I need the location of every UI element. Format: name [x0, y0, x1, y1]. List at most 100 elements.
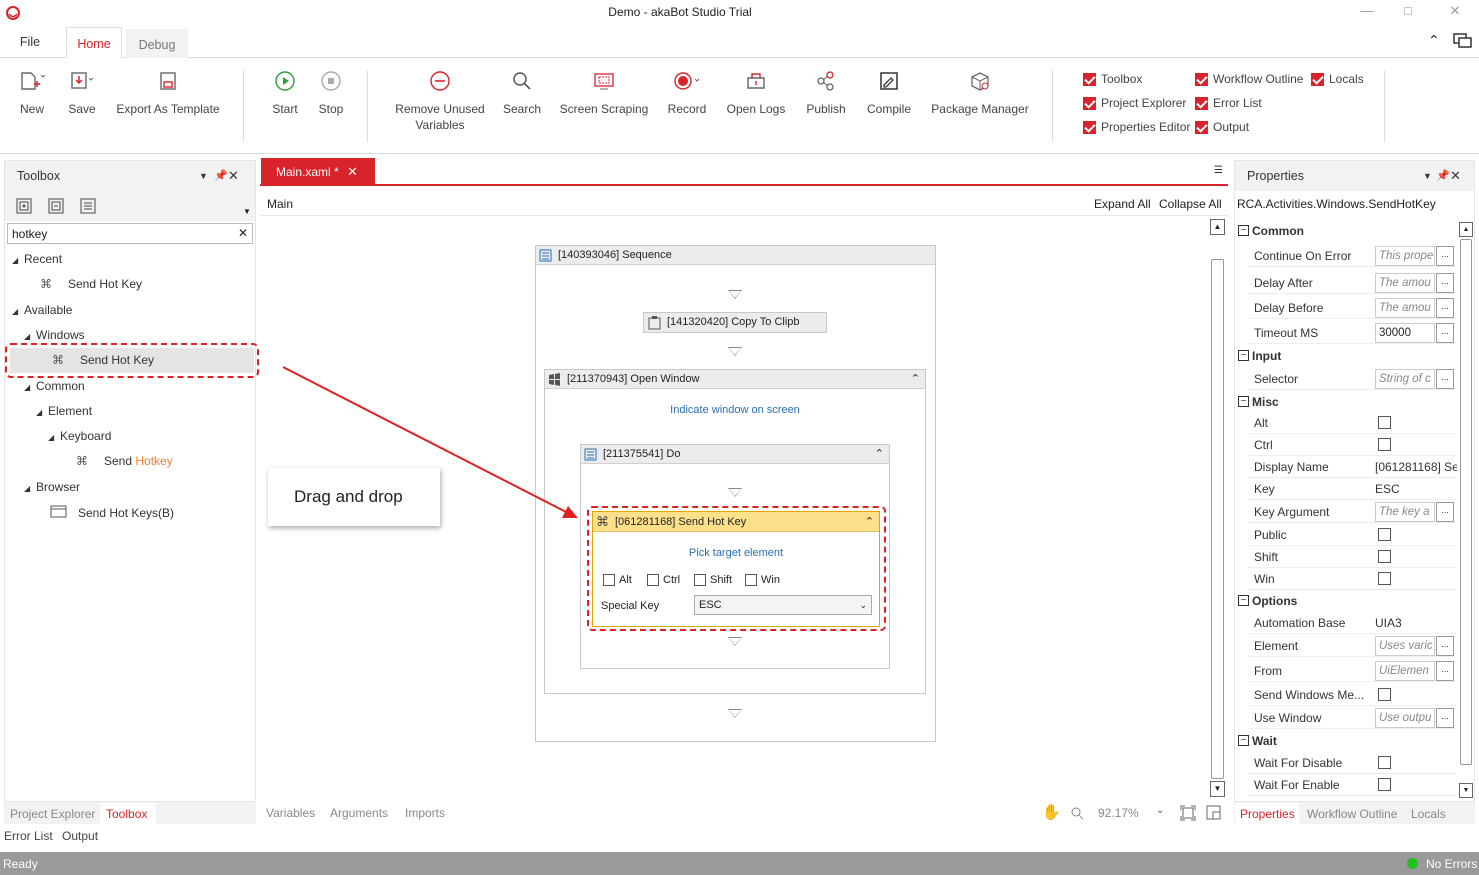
fit-to-screen-icon[interactable]	[1180, 805, 1196, 821]
tab-project-explorer[interactable]: Project Explorer	[10, 807, 95, 821]
compile-button[interactable]: Compile	[862, 66, 916, 117]
win-checkbox[interactable]: Win	[745, 574, 780, 586]
checkbox[interactable]	[603, 574, 615, 586]
checkbox[interactable]	[1378, 778, 1391, 791]
expand-all-icon[interactable]	[16, 198, 33, 214]
checkbox[interactable]	[745, 574, 757, 586]
tree-browser[interactable]: ◢ Browser	[24, 480, 80, 494]
collapse-icon[interactable]: −	[1238, 350, 1249, 361]
checkbox-checked[interactable]	[1083, 72, 1096, 86]
checkbox[interactable]	[1378, 688, 1391, 701]
collapse-ribbon-icon[interactable]: ⌃	[1428, 32, 1440, 49]
collapse-icon[interactable]: −	[1238, 396, 1249, 407]
clear-search-icon[interactable]: ✕	[238, 226, 248, 240]
checkbox-checked[interactable]	[1311, 72, 1324, 86]
close-window-button[interactable]: ✕	[1445, 3, 1465, 21]
locals-check[interactable]: Locals	[1311, 72, 1364, 86]
category-options[interactable]: − Options	[1236, 590, 1456, 612]
tab-toolbox[interactable]: Toolbox	[106, 807, 147, 821]
tree-item-send-hot-keys-browser[interactable]: Send Hot Keys(B)	[50, 505, 174, 520]
send-hot-key-activity[interactable]: ⌘ [061281168] Send Hot Key ⌃ Pick target…	[592, 511, 880, 627]
indicate-window-link[interactable]: Indicate window on screen	[544, 404, 926, 416]
tree-element[interactable]: ◢ Element	[36, 404, 92, 418]
collapse-all-link[interactable]: Collapse All	[1159, 197, 1222, 211]
scroll-down-icon[interactable]: ▼	[243, 207, 251, 216]
start-button[interactable]: Start	[265, 66, 305, 117]
tab-list-icon[interactable]: ☰	[1214, 165, 1223, 176]
stop-button[interactable]: Stop	[311, 66, 351, 117]
tab-home[interactable]: Home	[66, 27, 122, 59]
export-template-button[interactable]: Export As Template	[112, 66, 224, 117]
category-wait[interactable]: − Wait	[1236, 730, 1456, 752]
open-logs-button[interactable]: Open Logs	[724, 66, 788, 117]
properties-editor-check[interactable]: Properties Editor	[1083, 120, 1190, 134]
scroll-thumb[interactable]	[1460, 239, 1472, 765]
new-button[interactable]: New	[10, 66, 54, 117]
checkbox[interactable]	[694, 574, 706, 586]
error-list-check[interactable]: Error List	[1195, 96, 1262, 110]
tree-recent[interactable]: ◢ Recent	[12, 252, 62, 266]
save-button[interactable]: Save	[60, 66, 104, 117]
workflow-outline-check[interactable]: Workflow Outline	[1195, 72, 1303, 86]
remove-unused-variables-button[interactable]: Remove Unused Variables	[390, 66, 490, 133]
canvas-scrollbar[interactable]: ▲ ▼	[1210, 219, 1225, 797]
tree-windows[interactable]: ◢ Windows	[24, 328, 85, 342]
scroll-up-icon[interactable]: ▲	[1210, 219, 1225, 235]
category-misc[interactable]: − Misc	[1236, 391, 1456, 413]
collapse-icon[interactable]: ⌃	[875, 445, 884, 464]
tab-workflow-outline[interactable]: Workflow Outline	[1307, 807, 1397, 821]
ctrl-checkbox[interactable]: Ctrl	[647, 574, 680, 586]
tree-common[interactable]: ◢ Common	[24, 379, 85, 393]
overview-icon[interactable]	[1206, 805, 1222, 821]
tab-file[interactable]: File	[8, 26, 52, 58]
tree-available[interactable]: ◢ Available	[12, 303, 72, 317]
collapse-icon[interactable]: −	[1238, 225, 1249, 236]
collapse-icon[interactable]: ⌃	[865, 512, 874, 532]
checkbox[interactable]	[1378, 438, 1391, 451]
tree-item-send-hot-key-recent[interactable]: ⌘ Send Hot Key	[40, 277, 142, 291]
checkbox-checked[interactable]	[1083, 96, 1096, 110]
minimize-button[interactable]: —	[1357, 3, 1377, 21]
collapse-icon[interactable]: −	[1238, 735, 1249, 746]
search-button[interactable]: Search	[498, 66, 546, 117]
tab-imports[interactable]: Imports	[405, 806, 445, 820]
alt-checkbox[interactable]: Alt	[603, 574, 632, 586]
collapse-icon[interactable]: ⌃	[911, 370, 920, 389]
checkbox[interactable]	[1378, 416, 1391, 429]
category-input[interactable]: − Input	[1236, 345, 1456, 367]
tab-properties[interactable]: Properties	[1240, 807, 1295, 821]
breadcrumb[interactable]: Main	[267, 197, 293, 211]
tree-item-send-hot-key-windows[interactable]: ⌘ Send Hot Key	[52, 353, 154, 367]
shift-checkbox[interactable]: Shift	[694, 574, 732, 586]
list-icon[interactable]	[80, 198, 97, 214]
tree-keyboard[interactable]: ◢ Keyboard	[48, 429, 111, 443]
checkbox[interactable]	[1378, 550, 1391, 563]
checkbox[interactable]	[1378, 572, 1391, 585]
expand-all-link[interactable]: Expand All	[1094, 197, 1151, 211]
checkbox-checked[interactable]	[1195, 96, 1208, 110]
tab-error-list[interactable]: Error List	[4, 829, 53, 843]
toolbox-search-input[interactable]: hotkey ✕	[7, 223, 253, 244]
collapse-icon[interactable]: −	[1238, 595, 1249, 606]
toolbox-check[interactable]: Toolbox	[1083, 72, 1142, 86]
category-common[interactable]: − Common	[1236, 220, 1456, 242]
pin-icon[interactable]: 📌	[214, 161, 228, 191]
scroll-up-icon[interactable]: ▲	[1459, 222, 1473, 237]
package-manager-button[interactable]: Package Manager	[928, 66, 1032, 117]
tab-output[interactable]: Output	[62, 829, 98, 843]
zoom-icon[interactable]	[1070, 806, 1084, 820]
project-explorer-check[interactable]: Project Explorer	[1083, 96, 1186, 110]
scroll-down-icon[interactable]: ▼	[1459, 783, 1473, 798]
checkbox-checked[interactable]	[1083, 120, 1096, 134]
publish-button[interactable]: Publish	[800, 66, 852, 117]
checkbox-checked[interactable]	[1195, 72, 1208, 86]
checkbox[interactable]	[1378, 528, 1391, 541]
zoom-dropdown-icon[interactable]: ⌄	[1156, 805, 1164, 816]
tab-arguments[interactable]: Arguments	[330, 806, 388, 820]
hand-icon[interactable]: ✋	[1042, 803, 1061, 821]
chat-icon[interactable]	[1453, 32, 1473, 50]
dropdown-icon[interactable]: ▼	[199, 161, 208, 191]
collapse-all-icon[interactable]	[48, 198, 65, 214]
properties-scrollbar[interactable]: ▲ ▼	[1459, 222, 1473, 800]
close-icon[interactable]: ✕	[1450, 161, 1461, 191]
